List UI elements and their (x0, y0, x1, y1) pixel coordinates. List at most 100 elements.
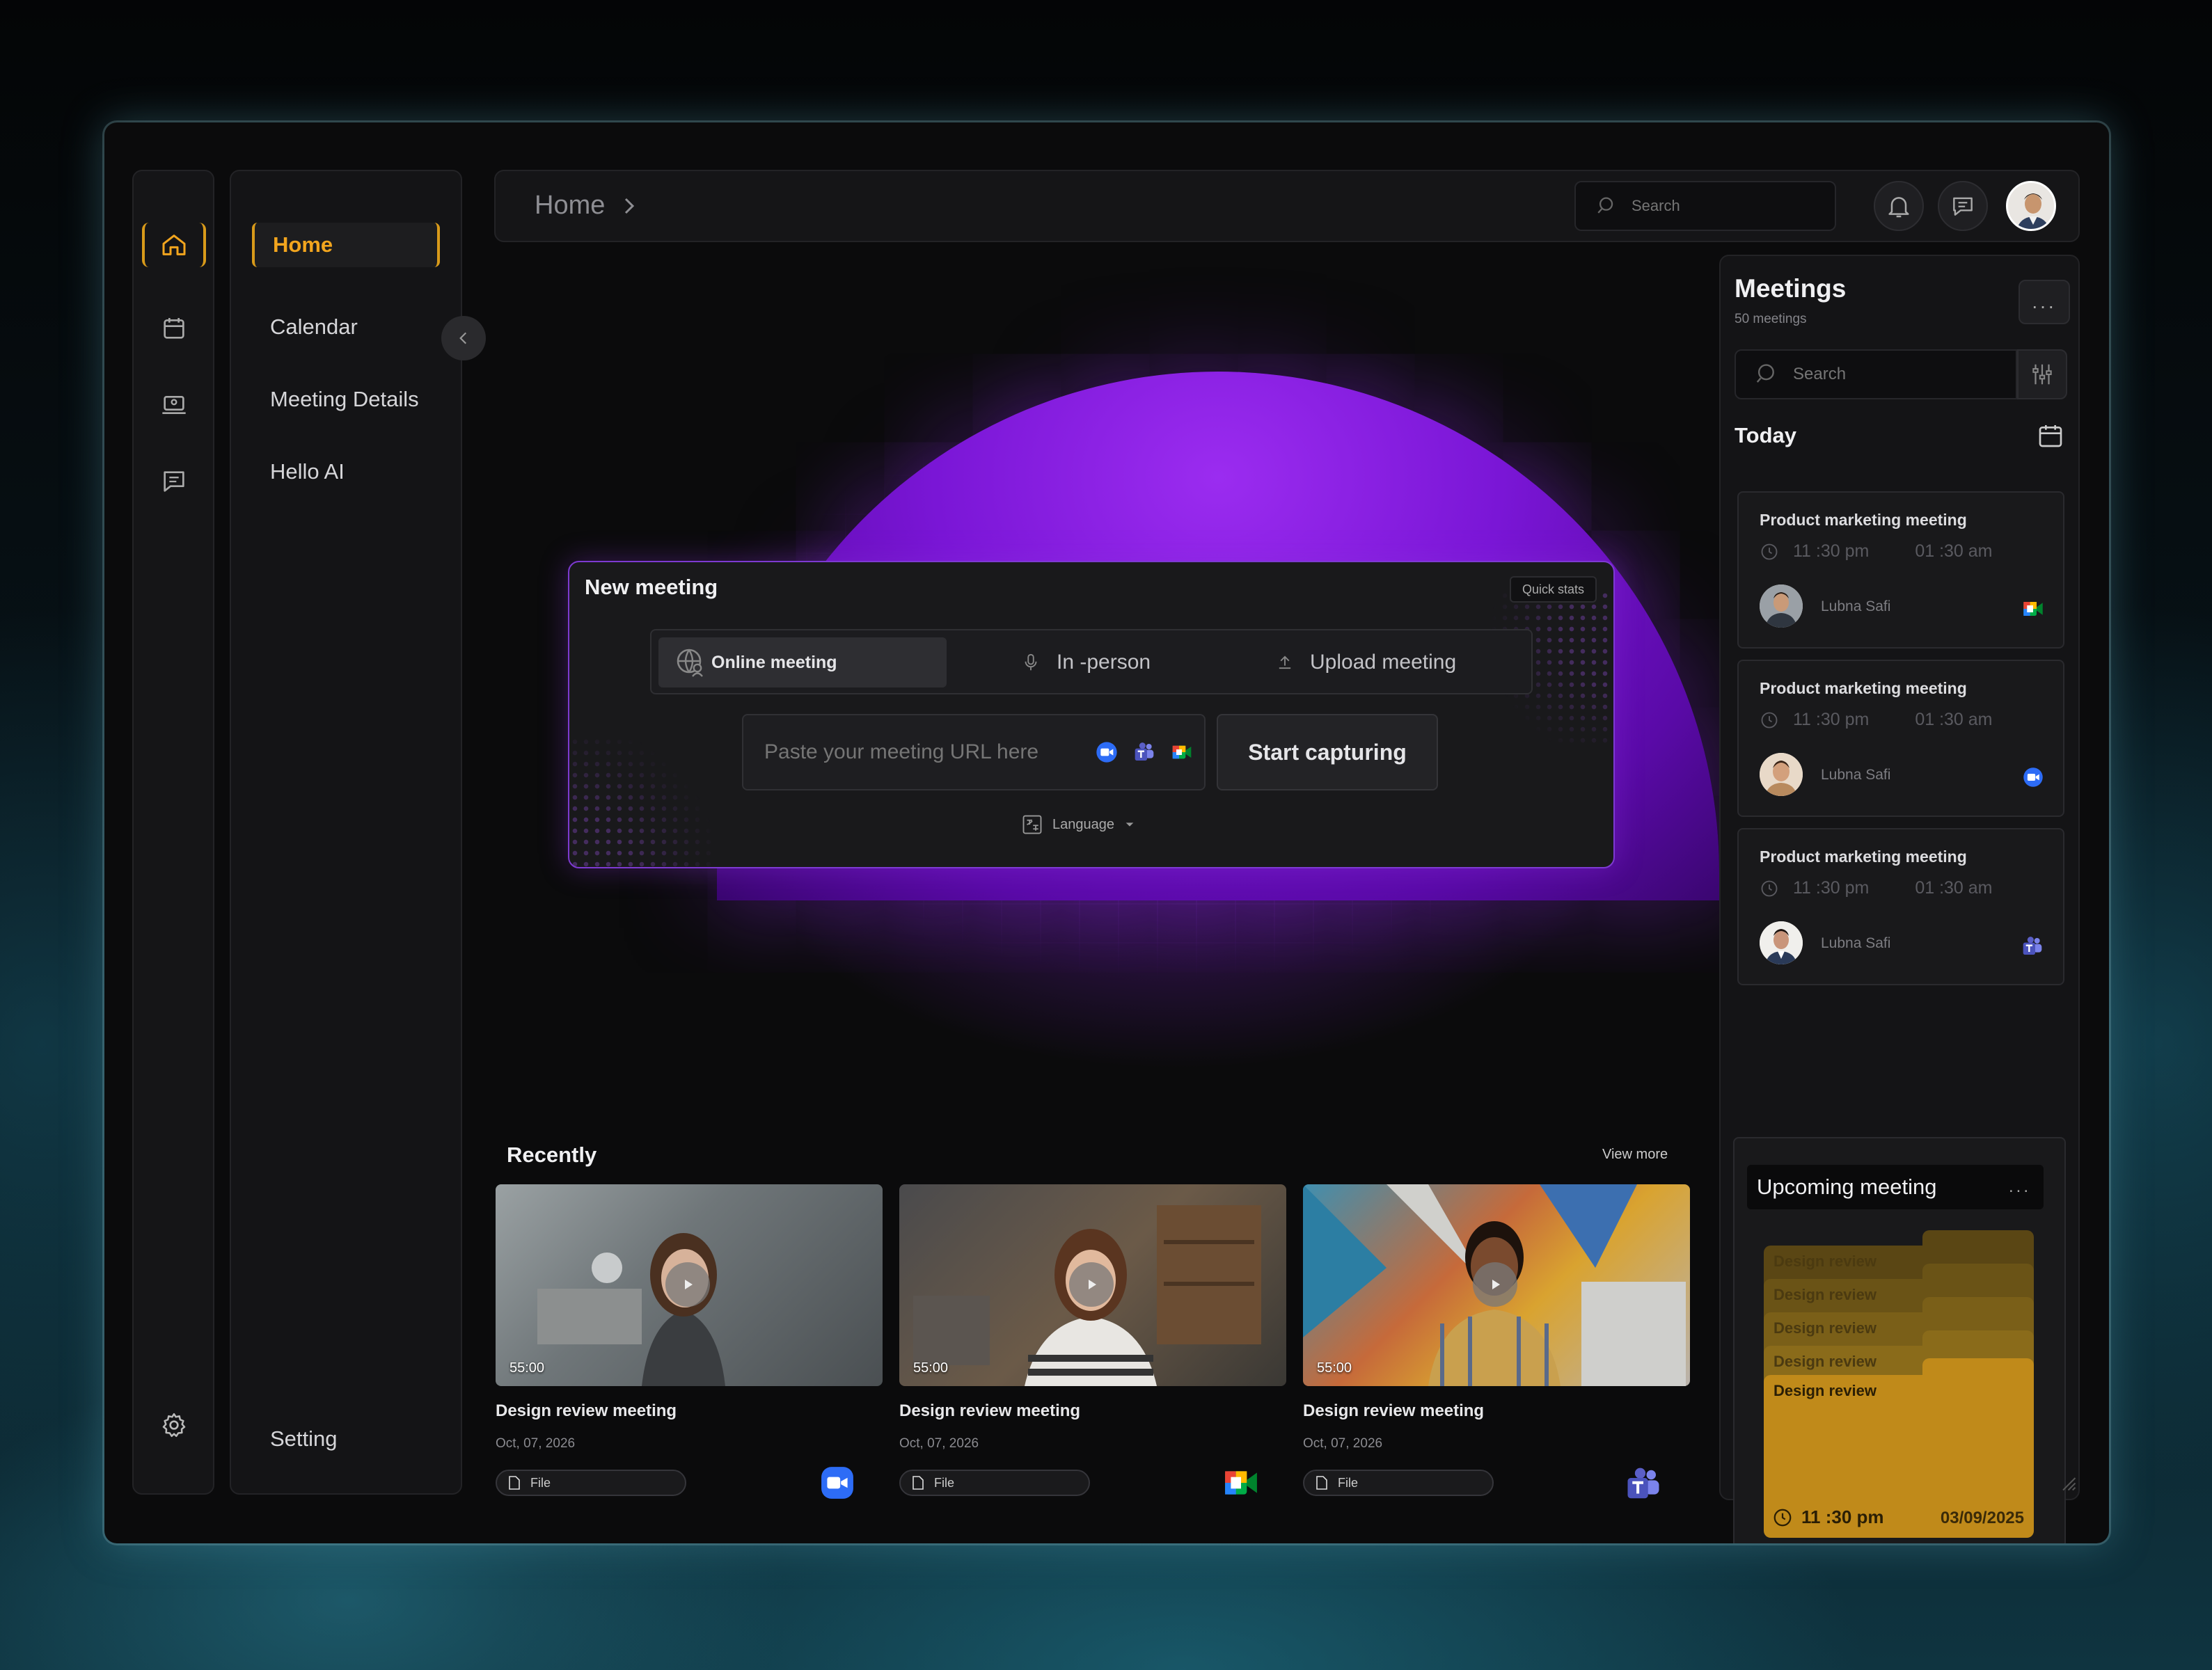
meeting-start: 11 :30 pm (1793, 541, 1870, 561)
tab-in-person[interactable]: In -person (1020, 637, 1151, 687)
upcoming-front-time: 11 :30 pm (1772, 1506, 1884, 1528)
avatar (1760, 921, 1803, 964)
rail-home-button[interactable] (142, 223, 206, 267)
zoom-icon (821, 1467, 853, 1499)
rail-settings-button[interactable] (142, 1403, 206, 1447)
meeting-card[interactable]: Product marketing meeting 11 :30 pm 01 :… (1737, 660, 2064, 817)
calendar-icon (2039, 425, 2062, 447)
meeting-mode-tabs: Online meeting In -person Upload meeting (650, 629, 1533, 694)
clock-icon (1761, 712, 1778, 728)
nav-item-home[interactable]: Home (252, 223, 440, 267)
dot-pattern (569, 736, 716, 867)
folder-label: Design review (1773, 1252, 1877, 1270)
rail-meetings-button[interactable] (142, 383, 206, 427)
nav-item-meeting-details[interactable]: Meeting Details (252, 377, 440, 422)
top-search-input[interactable] (1632, 197, 1812, 215)
play-icon (685, 1280, 693, 1289)
play-button[interactable] (1069, 1262, 1114, 1307)
platform-badge (1625, 1465, 1662, 1506)
meeting-title: Product marketing meeting (1760, 511, 1967, 529)
play-icon (1492, 1280, 1500, 1289)
upcoming-front-title: Design review (1773, 1382, 1877, 1399)
sliders-icon (2032, 364, 2052, 385)
view-more-link[interactable]: View more (1602, 1147, 1668, 1163)
rail-chat-button[interactable] (142, 459, 206, 504)
folder-label: Design review (1773, 1353, 1877, 1370)
meeting-card[interactable]: Product marketing meeting 11 :30 pm 01 :… (1737, 828, 2064, 985)
language-select[interactable]: Language (1022, 814, 1135, 835)
zoom-icon (2023, 768, 2043, 787)
file-button[interactable]: File (1303, 1470, 1494, 1496)
play-icon (1089, 1280, 1096, 1289)
icon-rail (132, 170, 214, 1495)
file-label: File (530, 1475, 551, 1490)
calendar-icon (164, 318, 184, 339)
collapse-sidebar-button[interactable] (441, 316, 486, 360)
upcoming-front-card[interactable]: Design review 11 :30 pm 03/09/2025 (1764, 1358, 2034, 1538)
microphone-icon (1025, 653, 1037, 671)
platform-badge (1224, 1465, 1258, 1504)
recent-meeting-card[interactable]: 55:00 Design review meeting Oct, 07, 202… (1303, 1184, 1690, 1499)
app-window: Home Calendar Meeting Details Hello AI S… (104, 122, 2109, 1543)
chevron-right-icon (625, 198, 635, 214)
meeting-title: Product marketing meeting (1760, 848, 1967, 866)
filter-button[interactable] (2017, 349, 2067, 399)
file-icon (509, 1476, 520, 1490)
avatar (1760, 584, 1803, 628)
recently-heading: Recently (507, 1143, 597, 1167)
play-button[interactable] (665, 1262, 710, 1307)
nav-panel: Home Calendar Meeting Details Hello AI S… (230, 170, 462, 1495)
platform-badge (2021, 935, 2044, 961)
play-button[interactable] (1473, 1262, 1517, 1307)
new-meeting-card: New meeting Quick stats Online meeting I… (568, 561, 1615, 868)
folder-label: Design review (1773, 1286, 1877, 1303)
recent-meeting-card[interactable]: 55:00 Design review meeting Oct, 07, 202… (899, 1184, 1286, 1496)
rail-calendar-button[interactable] (142, 306, 206, 351)
search-icon (1597, 197, 1613, 214)
file-button[interactable]: File (496, 1470, 686, 1496)
breadcrumb-home[interactable]: Home (535, 191, 605, 221)
recent-card-date: Oct, 07, 2026 (1303, 1436, 1383, 1451)
video-thumbnail[interactable]: 55:00 (1303, 1184, 1690, 1386)
meetings-more-button[interactable]: ... (2019, 280, 2070, 324)
user-avatar[interactable] (2006, 181, 2056, 231)
translate-icon (1022, 815, 1042, 834)
meetings-search-input[interactable] (1793, 365, 2002, 384)
today-calendar-button[interactable] (2037, 422, 2064, 453)
teams-icon (1627, 1468, 1659, 1499)
nav-item-hello-ai[interactable]: Hello AI (252, 450, 440, 494)
meeting-end: 01 :30 am (1915, 878, 1993, 898)
nav-item-calendar[interactable]: Calendar (252, 305, 440, 349)
meeting-url-field[interactable] (742, 714, 1206, 790)
tab-online-meeting[interactable]: Online meeting (658, 637, 947, 687)
tab-upload-meeting[interactable]: Upload meeting (1275, 637, 1456, 687)
nav-item-setting[interactable]: Setting (252, 1417, 440, 1461)
meeting-person: Lubna Safi (1821, 598, 1891, 614)
video-thumbnail[interactable]: 55:00 (496, 1184, 883, 1386)
quick-stats-button[interactable]: Quick stats (1509, 576, 1597, 603)
upcoming-folder-stack[interactable]: Design review Design review Design revie… (1764, 1230, 2034, 1541)
home-icon (162, 234, 186, 255)
globe-user-icon (677, 649, 703, 677)
teams-icon (1135, 742, 1154, 761)
meeting-url-input[interactable] (764, 740, 1084, 764)
meeting-title: Product marketing meeting (1760, 679, 1967, 697)
messages-button[interactable] (1938, 181, 1988, 231)
upcoming-date: 03/09/2025 (1940, 1509, 2024, 1527)
video-thumbnail[interactable]: 55:00 (899, 1184, 1286, 1386)
start-capturing-button[interactable]: Start capturing (1217, 714, 1438, 790)
top-search[interactable] (1574, 181, 1836, 231)
upcoming-more-button[interactable]: ... (2009, 1177, 2031, 1197)
meeting-card[interactable]: Product marketing meeting 11 :30 pm 01 :… (1737, 491, 2064, 649)
video-duration: 55:00 (1317, 1360, 1352, 1376)
file-button[interactable]: File (899, 1470, 1090, 1496)
platform-badge (820, 1465, 855, 1504)
meeting-end: 01 :30 am (1915, 541, 1993, 561)
meetings-search[interactable] (1735, 349, 2017, 399)
recent-meeting-card[interactable]: 55:00 Design review meeting Oct, 07, 202… (496, 1184, 883, 1499)
notifications-button[interactable] (1874, 181, 1924, 231)
new-meeting-title: New meeting (585, 575, 718, 599)
meeting-time: 11 :30 pm 01 :30 am (1760, 541, 1993, 562)
clock-icon (1761, 880, 1778, 896)
tab-upload-meeting-label: Upload meeting (1310, 651, 1457, 674)
